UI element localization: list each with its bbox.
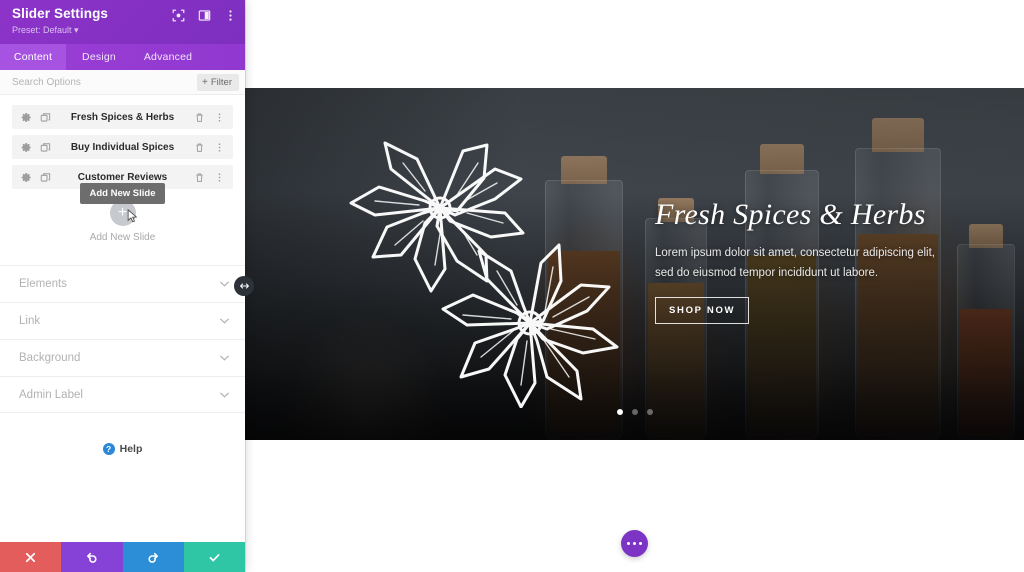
accordion-label: Background — [19, 352, 81, 364]
hero-subtitle-line-1: Lorem ipsum dolor sit amet, consectetur … — [655, 247, 935, 259]
mouse-cursor-icon — [127, 209, 138, 223]
tab-content[interactable]: Content — [0, 44, 66, 70]
slider-module[interactable]: Fresh Spices & Herbs Lorem ipsum dolor s… — [245, 88, 1024, 440]
trash-icon[interactable] — [194, 172, 205, 183]
search-bar: + Filter — [0, 70, 245, 95]
duplicate-icon[interactable] — [40, 172, 51, 183]
resize-horizontal-icon — [239, 283, 249, 289]
panel-header: Slider Settings Preset: Default ▾ — [0, 0, 245, 44]
more-vertical-icon[interactable] — [214, 172, 225, 183]
accordion-label: Elements — [19, 278, 67, 290]
slider-dot-2[interactable] — [631, 409, 638, 415]
undo-button[interactable] — [61, 542, 123, 572]
dot-2 — [632, 541, 637, 546]
focus-icon[interactable] — [172, 9, 185, 22]
redo-icon — [148, 552, 158, 563]
more-vertical-icon[interactable] — [214, 112, 225, 123]
dot-3 — [638, 541, 642, 546]
chevron-down-icon — [220, 318, 229, 324]
table-row[interactable]: Fresh Spices & Herbs — [12, 105, 233, 129]
undo-icon — [87, 552, 97, 563]
help-icon: ? — [102, 443, 115, 455]
add-new-slide-label: Add New Slide — [89, 232, 156, 243]
preview-canvas: Fresh Spices & Herbs Lorem ipsum dolor s… — [245, 0, 1024, 572]
more-vertical-icon[interactable] — [214, 142, 225, 153]
preset-caret-icon: ▾ — [74, 25, 79, 35]
gear-icon[interactable] — [21, 172, 32, 183]
settings-accordion: Elements Link Background Admin Label — [0, 265, 245, 413]
more-vertical-icon[interactable] — [224, 9, 237, 22]
panel-header-icons — [172, 9, 237, 22]
accordion-section-background[interactable]: Background — [0, 339, 245, 376]
star-anise-illustration — [349, 141, 619, 408]
hero-title: Fresh Spices & Herbs — [655, 198, 926, 231]
panel-tabs: Content Design Advanced — [0, 44, 245, 70]
check-icon — [209, 553, 220, 561]
chevron-down-icon — [220, 392, 229, 398]
filter-button[interactable]: + Filter — [197, 73, 239, 91]
accordion-section-link[interactable]: Link — [0, 302, 245, 339]
slide-row-actions-right — [194, 165, 225, 189]
panel-body: Fresh Spices & Herbs Buy Individual Spic… — [0, 95, 245, 542]
shop-now-button[interactable]: SHOP NOW — [655, 297, 750, 324]
duplicate-icon[interactable] — [40, 142, 51, 153]
slider-pagination — [245, 409, 1024, 415]
preset-label: Preset: Default — [12, 25, 75, 35]
chevron-down-icon — [220, 355, 229, 361]
trash-icon[interactable] — [194, 142, 205, 153]
close-icon — [26, 552, 36, 562]
save-button[interactable] — [183, 542, 245, 572]
hero-subtitle-line-2: sed do eiusmod tempor incididunt ut labo… — [655, 267, 879, 279]
dot-1 — [627, 541, 631, 546]
slide-row-actions-left — [12, 112, 51, 123]
gear-icon[interactable] — [21, 142, 32, 153]
app-root: Fresh Spices & Herbs Lorem ipsum dolor s… — [0, 0, 1024, 572]
help-label: Help — [119, 443, 143, 455]
slider-dot-3[interactable] — [646, 409, 653, 415]
slide-row-actions-left — [12, 172, 51, 183]
accordion-section-admin-label[interactable]: Admin Label — [0, 376, 245, 413]
chevron-down-icon — [220, 281, 229, 287]
plus-icon: + — [202, 76, 208, 88]
filter-button-label: Filter — [210, 76, 232, 88]
accordion-label: Admin Label — [19, 388, 83, 401]
duplicate-icon[interactable] — [40, 112, 51, 123]
accordion-label: Link — [19, 315, 41, 327]
plus-icon: + — [117, 204, 128, 221]
hero-subtitle: Lorem ipsum dolor sit amet, consectetur … — [655, 243, 985, 283]
slider-dot-1[interactable] — [616, 409, 623, 415]
slides-list: Fresh Spices & Herbs Buy Individual Spic… — [0, 95, 245, 257]
layout-icon[interactable] — [198, 9, 211, 22]
slide-row-actions-left — [12, 142, 51, 153]
slide-row-actions-right — [194, 105, 225, 129]
panel-footer — [0, 542, 245, 572]
accordion-section-elements[interactable]: Elements — [0, 265, 245, 302]
help-link[interactable]: ? Help — [0, 443, 245, 455]
hero-text-block: Fresh Spices & Herbs Lorem ipsum dolor s… — [655, 198, 985, 324]
trash-icon[interactable] — [194, 112, 205, 123]
add-new-slide-tooltip: Add New Slide — [79, 183, 166, 204]
panel-resize-handle[interactable] — [234, 276, 254, 296]
redo-button[interactable] — [122, 542, 184, 572]
settings-panel: Slider Settings Preset: Default ▾ Conten… — [0, 0, 245, 572]
gear-icon[interactable] — [21, 112, 32, 123]
slide-row-actions-right — [194, 135, 225, 159]
tab-design[interactable]: Design — [66, 44, 132, 70]
search-input[interactable] — [12, 76, 198, 88]
panel-preset[interactable]: Preset: Default ▾ — [12, 24, 235, 37]
add-new-slide-area: Add New Slide + Add New Slide — [12, 183, 233, 257]
table-row[interactable]: Buy Individual Spices — [12, 135, 233, 159]
page-settings-fab[interactable] — [621, 530, 648, 557]
cancel-button[interactable] — [0, 542, 62, 572]
tab-advanced[interactable]: Advanced — [132, 44, 204, 70]
